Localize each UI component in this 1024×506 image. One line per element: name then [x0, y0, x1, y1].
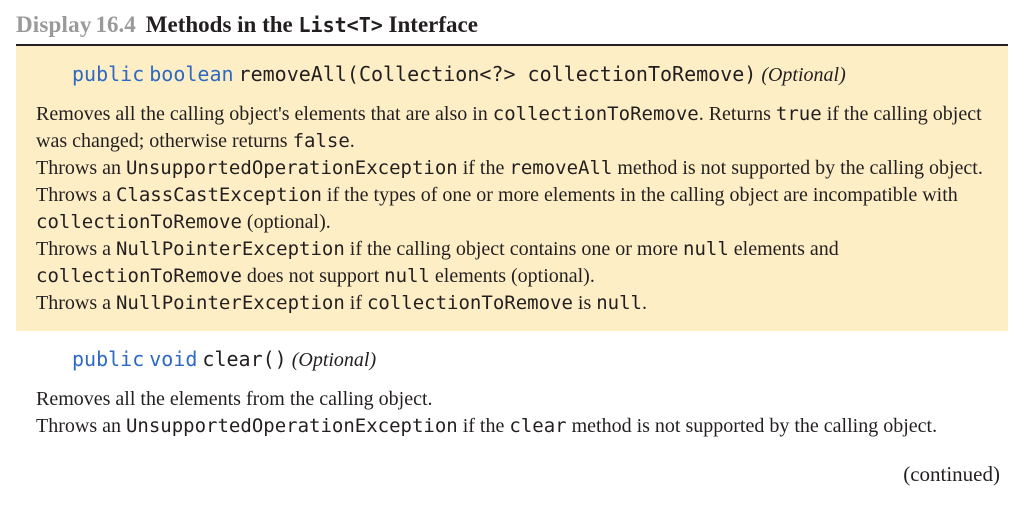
display-title: Methods in the List<T> Interface — [146, 12, 478, 37]
text: is — [573, 292, 596, 314]
code: removeAll — [509, 157, 612, 179]
continued-label: (continued) — [16, 454, 1008, 487]
text: elements (optional). — [430, 265, 595, 287]
text: Throws a — [36, 238, 116, 260]
optional-label: (Optional) — [761, 64, 845, 86]
removeall-signature: public boolean removeAll(Collection<?> c… — [72, 60, 988, 89]
text: does not support — [242, 265, 384, 287]
text: if the types of one or more elements in … — [322, 184, 958, 206]
code: UnsupportedOperationException — [126, 415, 458, 437]
text: Throws an — [36, 415, 126, 437]
code: true — [776, 103, 822, 125]
code: null — [596, 292, 642, 314]
text: method is not supported by the calling o… — [567, 415, 938, 437]
method-name: removeAll(Collection<?> collectionToRemo… — [239, 62, 757, 86]
code: collectionToRemove — [493, 103, 699, 125]
text: if the calling object contains one or mo… — [345, 238, 683, 260]
keyword-void: void — [149, 347, 197, 371]
code: NullPointerException — [116, 238, 345, 260]
text: Throws a — [36, 184, 116, 206]
display-label: Display — [16, 12, 92, 37]
text: if the — [458, 157, 510, 179]
text: Removes all the elements from the callin… — [36, 388, 433, 410]
display-header: Display 16.4 Methods in the List<T> Inte… — [16, 8, 1008, 46]
code: ClassCastException — [116, 184, 322, 206]
text: Throws a — [36, 292, 116, 314]
code: UnsupportedOperationException — [126, 157, 458, 179]
optional-label: (Optional) — [292, 349, 376, 371]
title-pre: Methods in the — [146, 12, 299, 37]
method-removeall-block: public boolean removeAll(Collection<?> c… — [16, 46, 1008, 331]
code: null — [683, 238, 729, 260]
page: Display 16.4 Methods in the List<T> Inte… — [0, 0, 1024, 503]
text: Throws an — [36, 157, 126, 179]
display-number: 16.4 — [96, 12, 136, 37]
code: collectionToRemove — [36, 265, 242, 287]
text: elements and — [729, 238, 839, 260]
keyword-public: public — [72, 62, 144, 86]
keyword-public: public — [72, 347, 144, 371]
removeall-description: Removes all the calling object's element… — [36, 101, 988, 317]
code: clear — [509, 415, 566, 437]
method-clear-block: public void clear() (Optional) Removes a… — [16, 331, 1008, 454]
text: . — [642, 292, 647, 314]
text: if — [345, 292, 367, 314]
text: (optional). — [242, 211, 331, 233]
text: . — [350, 130, 355, 152]
keyword-boolean: boolean — [149, 62, 233, 86]
title-post: Interface — [383, 12, 478, 37]
code: null — [384, 265, 430, 287]
clear-signature: public void clear() (Optional) — [72, 345, 988, 374]
code: false — [293, 130, 350, 152]
text: if the — [458, 415, 510, 437]
code: collectionToRemove — [36, 211, 242, 233]
title-code: List<T> — [299, 13, 383, 37]
code: NullPointerException — [116, 292, 345, 314]
text: . Returns — [699, 103, 776, 125]
text: method is not supported by the calling o… — [612, 157, 983, 179]
text: Removes all the calling object's element… — [36, 103, 493, 125]
method-name: clear() — [202, 347, 286, 371]
clear-description: Removes all the elements from the callin… — [36, 386, 988, 440]
code: collectionToRemove — [367, 292, 573, 314]
